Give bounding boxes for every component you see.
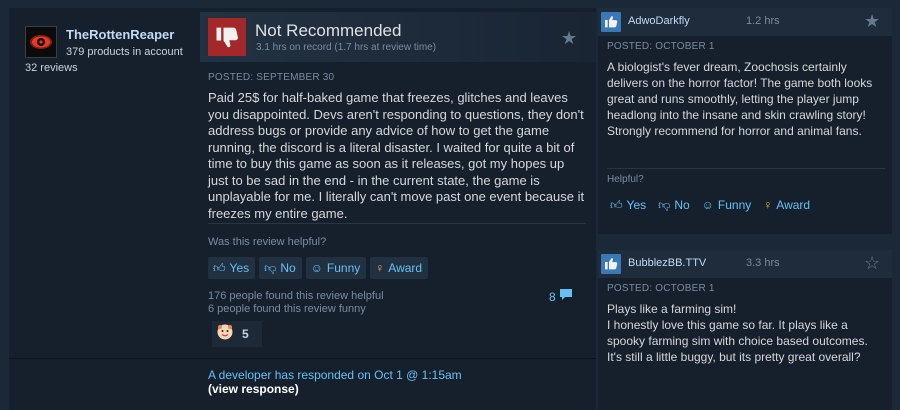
- side-review-author[interactable]: AdwoDarkfly: [628, 15, 690, 27]
- author-products-count[interactable]: 379 products in account: [66, 46, 183, 58]
- review-posted-date: POSTED: SEPTEMBER 30: [208, 72, 335, 83]
- thumbs-up-icon: 👍︎: [610, 197, 623, 212]
- review-body: Paid 25$ for half-baked game that freeze…: [208, 90, 585, 221]
- vote-funny-button[interactable]: ☺ Funny: [698, 194, 756, 216]
- side-review-card: AdwoDarkfly 1.2 hrs ★ POSTED: OCTOBER 1 …: [598, 8, 892, 234]
- comments-link[interactable]: 8: [549, 288, 574, 305]
- developer-response: A developer has responded on Oct 1 @ 1:1…: [208, 368, 462, 396]
- divider: [607, 168, 885, 169]
- side-review-hours: 3.3 hrs: [746, 257, 780, 269]
- side-helpful-question: Helpful?: [607, 174, 644, 185]
- side-review-header: BubblezBB.TTV 3.3 hrs ☆: [598, 250, 892, 278]
- award-button[interactable]: ♀ Award: [759, 194, 814, 216]
- star-icon[interactable]: ★: [864, 11, 880, 32]
- view-response-link[interactable]: (view response): [208, 382, 462, 396]
- helpful-count: 176 people found this review helpful: [208, 290, 384, 302]
- comment-icon: [558, 288, 574, 305]
- vote-no-button[interactable]: 👎︎ No: [654, 194, 694, 216]
- award-badge[interactable]: 5: [212, 321, 262, 347]
- star-outline-icon[interactable]: ☆: [864, 253, 880, 274]
- award-icon: ♀: [763, 198, 773, 212]
- side-review-posted-date: POSTED: OCTOBER 1: [607, 41, 715, 52]
- thumbs-up-icon: 👍︎: [213, 260, 226, 275]
- vote-buttons: 👍︎ Yes 👎︎ No ☺ Funny ♀ Award: [208, 257, 429, 279]
- thumbs-up-icon: [601, 12, 621, 32]
- side-review-card: BubblezBB.TTV 3.3 hrs ☆ POSTED: OCTOBER …: [598, 250, 892, 410]
- award-emoji-icon: [216, 323, 234, 346]
- eye-icon: [30, 35, 52, 49]
- review-verdict[interactable]: Not Recommended: [255, 21, 401, 41]
- thumbs-up-icon: [601, 254, 621, 274]
- smiley-icon: ☺: [310, 261, 323, 275]
- author-reviews-count[interactable]: 32 reviews: [25, 62, 78, 74]
- side-review-body: Plays like a farming sim! I honestly lov…: [607, 302, 868, 364]
- side-review-hours: 1.2 hrs: [746, 15, 780, 27]
- review-hours: 3.1 hrs on record (1.7 hrs at review tim…: [256, 42, 437, 53]
- developer-response-link[interactable]: A developer has responded on Oct 1 @ 1:1…: [208, 368, 462, 382]
- thumbs-down-icon: 👎︎: [658, 197, 671, 212]
- side-vote-buttons: 👍︎ Yes 👎︎ No ☺ Funny ♀ Award: [606, 194, 814, 216]
- author-name[interactable]: TheRottenReaper: [66, 27, 174, 42]
- divider: [208, 223, 586, 224]
- funny-count: 6 people found this review funny: [208, 302, 366, 315]
- thumbs-down-icon: 👎︎: [264, 260, 277, 275]
- award-button[interactable]: ♀ Award: [370, 257, 429, 279]
- vote-yes-button[interactable]: 👍︎ Yes: [606, 194, 650, 216]
- smiley-icon: ☺: [701, 198, 714, 212]
- vote-funny-button[interactable]: ☺ Funny: [305, 257, 367, 279]
- comment-count: 8: [549, 289, 556, 304]
- vote-no-button[interactable]: 👎︎ No: [259, 257, 302, 279]
- review-stats: 176 people found this review helpful 6 p…: [208, 290, 384, 315]
- helpful-question: Was this review helpful?: [208, 236, 327, 248]
- vote-yes-button[interactable]: 👍︎ Yes: [208, 257, 256, 279]
- star-icon[interactable]: ★: [561, 28, 577, 49]
- side-review-author[interactable]: BubblezBB.TTV: [628, 257, 706, 269]
- award-icon: ♀: [375, 261, 385, 275]
- side-review-header: AdwoDarkfly 1.2 hrs ★: [598, 8, 892, 36]
- side-review-body: A biologist's fever dream, Zoochosis cer…: [607, 60, 873, 138]
- award-count: 5: [242, 327, 249, 341]
- side-review-posted-date: POSTED: OCTOBER 1: [607, 283, 715, 294]
- author-avatar[interactable]: [25, 26, 57, 58]
- thumbs-down-icon: [208, 18, 246, 56]
